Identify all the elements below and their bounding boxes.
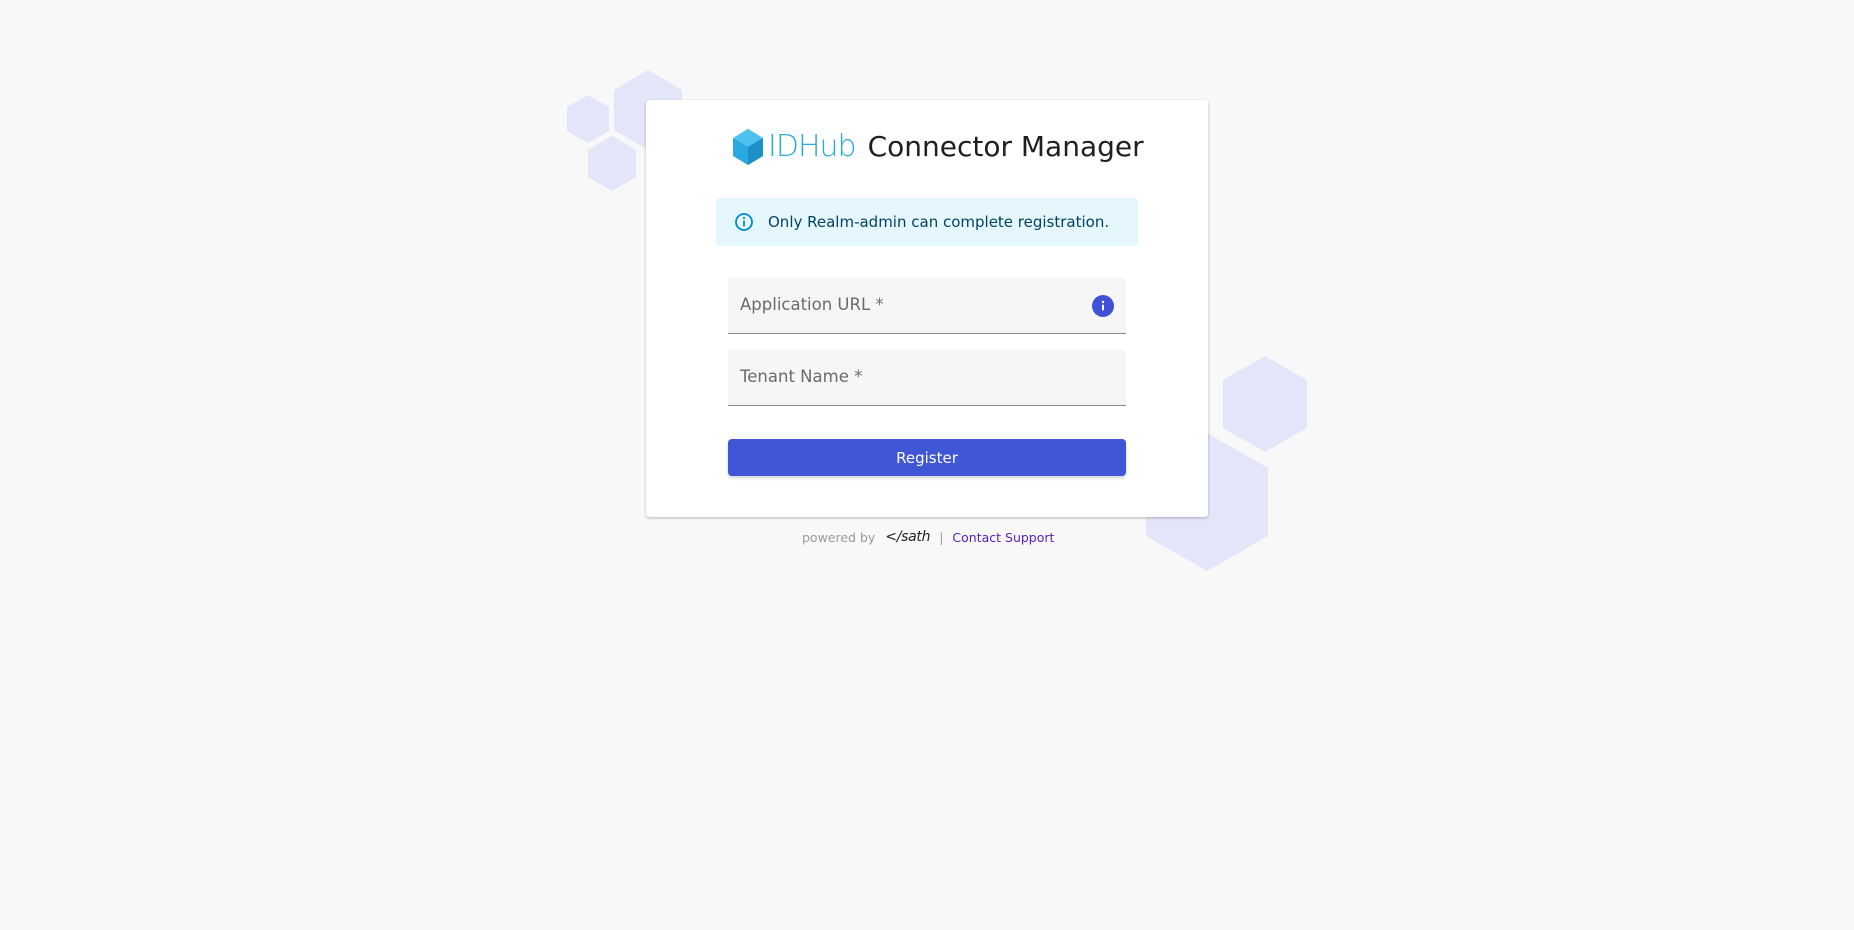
saviynt-logo: </sath: [885, 529, 931, 545]
info-icon[interactable]: [1092, 295, 1114, 317]
application-url-field[interactable]: Application URL *: [728, 278, 1126, 334]
logo-text: IDHub: [768, 129, 857, 164]
contact-support-link[interactable]: Contact Support: [952, 530, 1054, 545]
brand-header: IDHub Connector Manager: [732, 124, 1144, 170]
info-alert: Only Realm-admin can complete registrati…: [716, 198, 1138, 246]
idhub-logo: IDHub: [732, 128, 857, 166]
hexagon-logo-icon: [733, 129, 763, 165]
alert-message: Only Realm-admin can complete registrati…: [768, 213, 1110, 231]
page: IDHub Connector Manager Only Realm-admin…: [0, 0, 1854, 930]
hexagon-decoration: [588, 136, 636, 191]
hexagon-decoration: [567, 95, 609, 143]
info-circle-icon: [734, 212, 754, 232]
page-title: Connector Manager: [867, 130, 1144, 163]
hexagon-decoration: [1223, 356, 1307, 452]
powered-by-text: powered by: [802, 529, 876, 545]
tenant-name-field[interactable]: Tenant Name *: [728, 350, 1126, 406]
tenant-name-input[interactable]: [728, 350, 1126, 405]
footer: powered by </sath | Contact Support: [802, 527, 1054, 547]
register-button[interactable]: Register: [728, 439, 1126, 476]
application-url-input[interactable]: [728, 278, 1126, 333]
registration-card: IDHub Connector Manager Only Realm-admin…: [646, 100, 1208, 517]
footer-separator: |: [939, 529, 944, 545]
